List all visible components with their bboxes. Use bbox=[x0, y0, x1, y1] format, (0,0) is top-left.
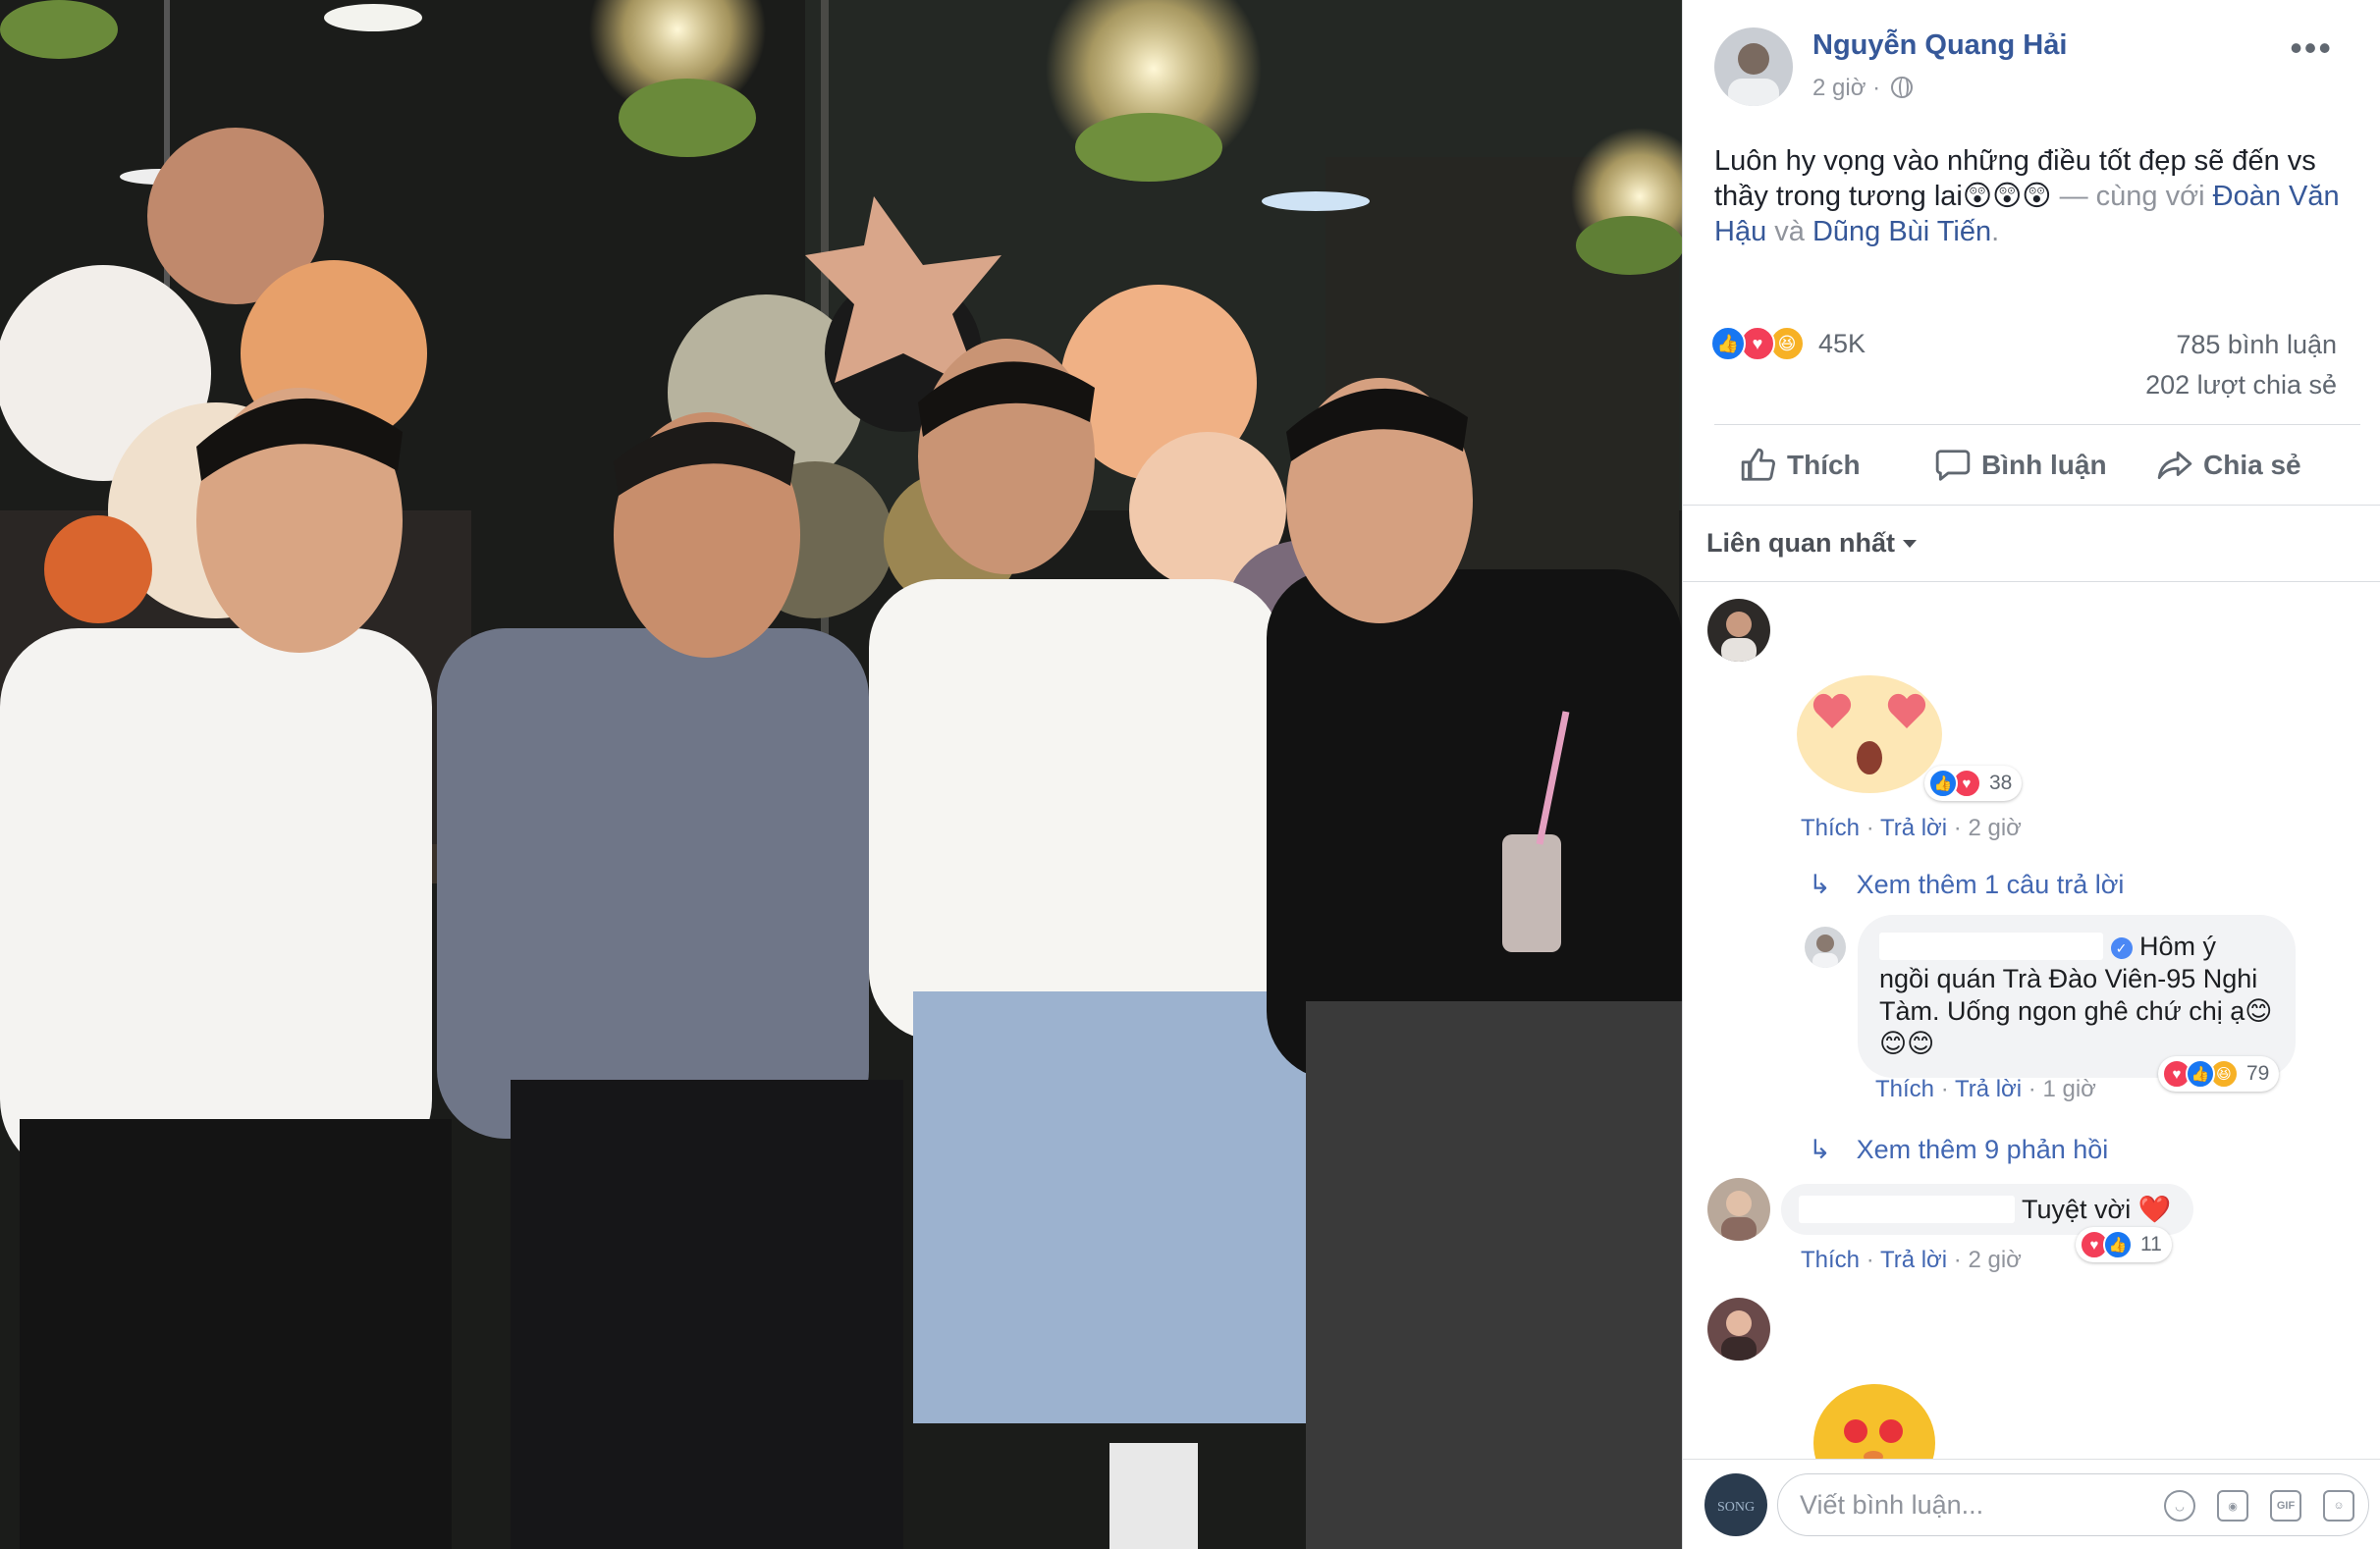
post-photo[interactable] bbox=[0, 0, 1682, 1549]
tagged-user-link[interactable]: Dũng Bùi Tiến bbox=[1812, 216, 1991, 247]
commenter-avatar[interactable] bbox=[1805, 927, 1846, 968]
commenter-name[interactable] bbox=[1799, 1196, 2015, 1223]
view-more-replies-label: Xem thêm 9 phản hồi bbox=[1856, 1135, 2109, 1164]
comment-meta: Thích · Trả lời · 2 giờ bbox=[1801, 1247, 2022, 1273]
comment-reply-link[interactable]: Trả lời bbox=[1880, 815, 1947, 841]
shares-count[interactable]: 202 lượt chia sẻ bbox=[2145, 370, 2337, 401]
comment-meta: Thích · Trả lời · 2 giờ bbox=[1801, 815, 2022, 841]
composer-icon-bar: ◡ ◉ GIF ☺ bbox=[2164, 1490, 2354, 1522]
reply-arrow-icon: ↳ bbox=[1809, 870, 1831, 899]
reply-text-start: Hôm ý bbox=[2139, 932, 2217, 961]
like-reaction-icon: 👍 bbox=[2103, 1230, 2133, 1259]
comment-reply-link[interactable]: Trả lời bbox=[1880, 1247, 1947, 1273]
post-side-panel: Nguyễn Quang Hải 2 giờ · ••• Luôn hy vọn… bbox=[1682, 0, 2380, 1549]
comment-meta: Thích · Trả lời · 1 giờ bbox=[1875, 1076, 2096, 1102]
gif-icon[interactable]: GIF bbox=[2270, 1490, 2301, 1522]
like-reaction-icon: 👍 bbox=[1710, 326, 1746, 361]
sort-label: Liên quan nhất bbox=[1706, 528, 1895, 558]
comment-like-link[interactable]: Thích bbox=[1875, 1076, 1934, 1102]
comment-reaction-badge[interactable]: ♥ 👍 😆 79 bbox=[2158, 1056, 2280, 1092]
thumbs-up-icon bbox=[1741, 448, 1775, 481]
author-name[interactable]: Nguyễn Quang Hải bbox=[1812, 29, 2067, 62]
comment-reaction-count: 38 bbox=[1989, 772, 2013, 794]
comment-reaction-badge[interactable]: ♥ 👍 11 bbox=[2076, 1227, 2172, 1262]
view-more-replies[interactable]: ↳ Xem thêm 9 phản hồi bbox=[1809, 1135, 2108, 1165]
post-timestamp[interactable]: 2 giờ · bbox=[1812, 75, 1913, 102]
with-label: — cùng với bbox=[2051, 181, 2213, 212]
comment-input[interactable]: Viết bình luận... ◡ ◉ GIF ☺ bbox=[1777, 1473, 2369, 1536]
camera-icon[interactable]: ◉ bbox=[2217, 1490, 2248, 1522]
comment-icon bbox=[1935, 450, 1971, 481]
comment-reaction-badge[interactable]: 👍 ♥ 38 bbox=[1924, 766, 2023, 801]
commenter-avatar[interactable] bbox=[1707, 1298, 1770, 1361]
like-reaction-icon: 👍 bbox=[2186, 1059, 2215, 1089]
caret-down-icon bbox=[1903, 540, 1917, 548]
comment-sticker bbox=[1801, 1374, 1948, 1469]
divider bbox=[1714, 424, 2360, 425]
photo-illustration bbox=[0, 0, 1682, 1549]
divider bbox=[1683, 581, 2380, 582]
facebook-photo-viewer: Nguyễn Quang Hải 2 giờ · ••• Luôn hy vọn… bbox=[0, 0, 2380, 1549]
view-more-replies[interactable]: ↳ Xem thêm 1 câu trả lời bbox=[1809, 870, 2124, 900]
comment-button[interactable]: Bình luận bbox=[1934, 440, 2107, 491]
comment-reply-link[interactable]: Trả lời bbox=[1955, 1076, 2022, 1102]
caption-tail: . bbox=[1991, 216, 2000, 247]
comment-sort-dropdown[interactable]: Liên quan nhất bbox=[1706, 528, 1917, 559]
comments-count[interactable]: 785 bình luận bbox=[2176, 330, 2337, 360]
comment-reaction-count: 79 bbox=[2246, 1062, 2270, 1085]
comment-input-placeholder: Viết bình luận... bbox=[1800, 1489, 1984, 1520]
and-label: và bbox=[1766, 216, 1812, 247]
emoji-icon[interactable]: ◡ bbox=[2164, 1490, 2195, 1522]
current-user-avatar[interactable]: SONG bbox=[1704, 1473, 1767, 1536]
reaction-count[interactable]: 45K bbox=[1818, 329, 1866, 359]
globe-icon bbox=[1890, 77, 1913, 98]
reply-arrow-icon: ↳ bbox=[1809, 1135, 1831, 1164]
author-avatar[interactable] bbox=[1714, 27, 1793, 106]
share-label: Chia sẻ bbox=[2203, 450, 2301, 480]
sticker-icon[interactable]: ☺ bbox=[2323, 1490, 2354, 1522]
comment-reaction-count: 11 bbox=[2140, 1233, 2162, 1255]
share-button[interactable]: Chia sẻ bbox=[2156, 440, 2301, 491]
divider bbox=[1683, 505, 2380, 506]
like-button[interactable]: Thích bbox=[1740, 440, 1861, 491]
more-options-icon[interactable]: ••• bbox=[2290, 27, 2333, 69]
post-caption: Luôn hy vọng vào những điều tốt đẹp sẽ đ… bbox=[1714, 143, 2343, 249]
commenter-avatar[interactable] bbox=[1707, 599, 1770, 662]
comment-time[interactable]: 1 giờ bbox=[2042, 1076, 2095, 1102]
view-more-replies-label: Xem thêm 1 câu trả lời bbox=[1856, 870, 2125, 899]
comment-time[interactable]: 2 giờ bbox=[1968, 815, 2021, 841]
like-label: Thích bbox=[1787, 450, 1861, 480]
comment-time[interactable]: 2 giờ bbox=[1968, 1247, 2021, 1273]
comment-like-link[interactable]: Thích bbox=[1801, 1247, 1860, 1273]
comment-like-link[interactable]: Thích bbox=[1801, 815, 1860, 841]
comment-label: Bình luận bbox=[1981, 450, 2107, 480]
comment-composer: SONG Viết bình luận... ◡ ◉ GIF ☺ bbox=[1683, 1459, 2380, 1549]
verified-badge-icon: ✓ bbox=[2110, 937, 2133, 959]
reaction-summary[interactable]: 👍 ♥ 😆 45K bbox=[1710, 324, 1866, 363]
svg-text:SONG: SONG bbox=[1717, 1500, 1755, 1515]
like-reaction-icon: 👍 bbox=[1928, 769, 1958, 798]
commenter-name[interactable] bbox=[1879, 933, 2103, 960]
post-time-text[interactable]: 2 giờ · bbox=[1812, 75, 1880, 101]
reply-text: ngồi quán Trà Đào Viên-95 Nghi Tàm. Uống… bbox=[1879, 964, 2273, 1058]
commenter-avatar[interactable] bbox=[1707, 1178, 1770, 1241]
love-bird-sticker-icon bbox=[1813, 1384, 1935, 1469]
comment-text: Tuyệt vời ❤️ bbox=[2022, 1195, 2172, 1224]
share-icon bbox=[2157, 451, 2192, 480]
reply-bubble: ✓ Hôm ý ngồi quán Trà Đào Viên-95 Nghi T… bbox=[1858, 915, 2296, 1078]
